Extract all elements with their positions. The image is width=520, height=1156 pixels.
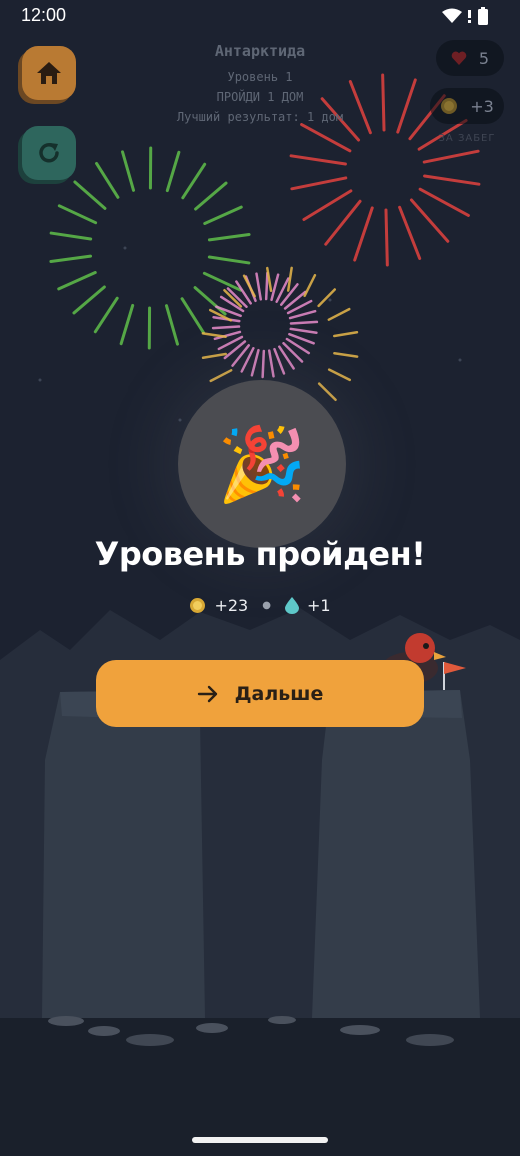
home-indicator[interactable] <box>192 1137 328 1143</box>
signal-icon <box>468 10 471 23</box>
coin-icon <box>441 98 458 114</box>
battery-icon <box>478 7 488 25</box>
coins-reward: +23 <box>214 596 249 615</box>
celebration-badge: 🎉 <box>178 380 346 548</box>
home-icon <box>37 62 61 84</box>
party-popper-icon: 🎉 <box>217 422 307 506</box>
lives-value: 5 <box>478 48 490 68</box>
run-coins-caption: ЗА ЗАБЕГ <box>438 133 496 144</box>
run-coins-counter: +3 <box>430 88 504 124</box>
game-scene <box>0 0 520 1156</box>
next-button-label: Дальше <box>234 682 324 705</box>
wifi-icon <box>442 8 462 23</box>
next-button[interactable]: Дальше <box>96 660 424 727</box>
firework-spark <box>264 271 269 301</box>
firework-spark <box>261 349 266 379</box>
rewards-row: +23 ● +1 <box>160 596 360 615</box>
home-button[interactable] <box>18 46 76 104</box>
restart-icon <box>39 143 59 163</box>
level-best: Лучший результат: 1 дом <box>176 110 344 124</box>
separator-dot: ● <box>262 600 271 611</box>
drop-icon <box>284 597 299 614</box>
left-cliff <box>42 690 205 1018</box>
firework-spark <box>289 320 319 325</box>
status-bar: 12:00 <box>0 0 520 30</box>
lives-counter: 5 <box>436 40 504 76</box>
drops-reward: +1 <box>306 596 331 615</box>
firework-spark <box>384 208 389 267</box>
heart-icon <box>451 51 467 65</box>
result-title: Уровень пройден! <box>94 535 426 573</box>
status-icons <box>442 7 488 25</box>
run-coins-value: +3 <box>470 96 494 116</box>
level-info: Антарктида Уровень 1 ПРОЙДИ 1 ДОМ Лучший… <box>150 42 370 127</box>
arrow-right-icon <box>197 685 217 702</box>
coin-icon <box>190 598 206 613</box>
right-cliff <box>312 690 480 1018</box>
level-region: Антарктида <box>214 42 306 60</box>
firework-spark <box>381 73 386 132</box>
level-goal: ПРОЙДИ 1 ДОМ <box>216 90 304 104</box>
restart-button[interactable] <box>18 126 76 184</box>
firework-spark <box>211 325 241 330</box>
level-number: Уровень 1 <box>227 70 293 84</box>
status-time: 12:00 <box>21 5 67 25</box>
